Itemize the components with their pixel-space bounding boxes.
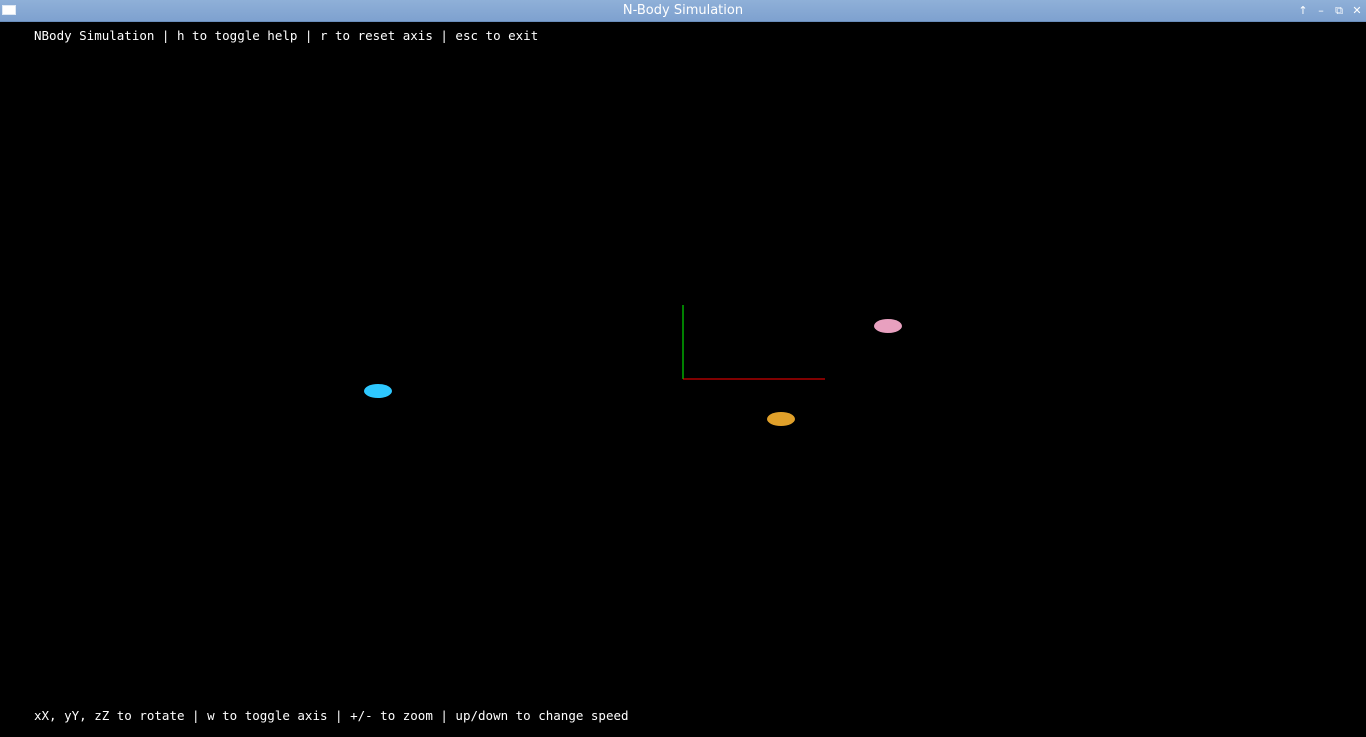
minimize-icon: – — [1318, 4, 1324, 17]
simulation-viewport[interactable]: NBody Simulation | h to toggle help | r … — [0, 22, 1366, 737]
close-button[interactable]: ✕ — [1350, 4, 1364, 18]
title-bar[interactable]: N-Body Simulation ↑ – ⧉ ✕ — [0, 0, 1366, 22]
orange-body — [767, 412, 795, 426]
minimize-button[interactable]: – — [1314, 4, 1328, 18]
cyan-body — [364, 384, 392, 398]
window-title: N-Body Simulation — [622, 3, 744, 18]
pink-body — [874, 319, 902, 333]
simulation-window: N-Body Simulation ↑ – ⧉ ✕ NBody Simulati… — [0, 0, 1366, 737]
arrow-up-icon: ↑ — [1298, 4, 1308, 17]
maximize-button[interactable]: ⧉ — [1332, 4, 1346, 18]
close-icon: ✕ — [1352, 4, 1362, 17]
help-text-bottom: xX, yY, zZ to rotate | w to toggle axis … — [34, 708, 629, 723]
scene-canvas — [364, 305, 902, 426]
shade-button[interactable]: ↑ — [1296, 4, 1310, 18]
maximize-icon: ⧉ — [1335, 4, 1343, 17]
